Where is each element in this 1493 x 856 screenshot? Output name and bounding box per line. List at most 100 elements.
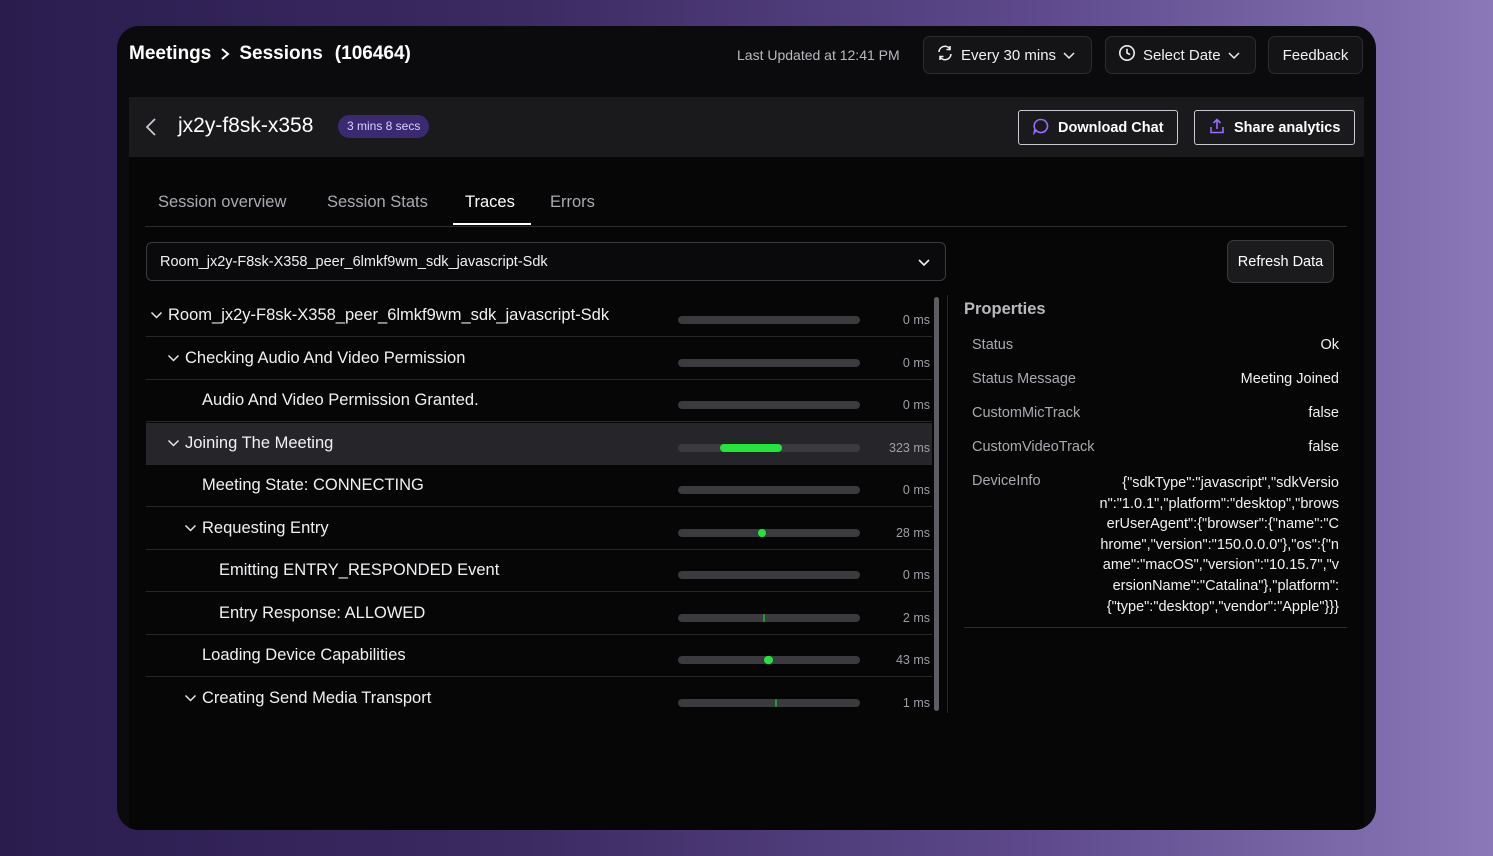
date-picker-dropdown[interactable]: Select Date [1105,36,1256,74]
breadcrumb-sessions: Sessions [239,43,323,64]
trace-timeline-track [678,443,860,452]
download-chat-button[interactable]: Download Chat [1018,110,1178,145]
trace-duration: 1 ms [902,695,930,710]
trace-timeline-track [678,401,860,409]
trace-timeline-track [678,613,860,622]
trace-name: Creating Send Media Transport [202,688,432,707]
property-value: Ok [1320,337,1339,353]
refresh-data-button[interactable]: Refresh Data [1227,240,1334,283]
trace-scrollbar[interactable] [934,297,939,711]
trace-tree: Room_jx2y-F8sk-X358_peer_6lmkf9wm_sdk_ja… [146,295,932,715]
breadcrumb-meetings[interactable]: Meetings [129,43,211,65]
property-row: CustomVideoTrack false [964,439,1347,455]
chevron-down-icon [1063,47,1075,64]
trace-name: Meeting State: CONNECTING [202,476,424,494]
tab-session-overview[interactable]: Session overview [158,193,286,212]
tab-errors[interactable]: Errors [550,193,595,212]
trace-timeline-bar [775,698,778,707]
chevron-down-icon[interactable] [182,694,198,703]
trace-name: Loading Device Capabilities [202,646,406,664]
session-header: jx2y-f8sk-x358 3 mins 8 secs Download Ch… [129,97,1364,157]
trace-duration: 0 ms [902,398,930,412]
property-row: Status Message Meeting Joined [964,371,1347,387]
tab-traces[interactable]: Traces [465,193,515,212]
app-window: Meetings Sessions (106464) Last Updated … [117,26,1376,830]
trace-row[interactable]: Loading Device Capabilities 43 ms [146,635,932,677]
panel-divider [947,295,948,713]
trace-row[interactable]: Meeting State: CONNECTING 0 ms [146,465,932,507]
trace-row[interactable]: Joining The Meeting 323 ms [146,422,932,465]
trace-name: Room_jx2y-F8sk-X358_peer_6lmkf9wm_sdk_ja… [168,306,610,324]
trace-label: Requesting Entry [182,519,329,538]
trace-duration: 2 ms [902,610,930,625]
breadcrumb: Meetings Sessions (106464) [129,43,411,65]
chevron-down-icon [1228,47,1240,64]
peer-select[interactable]: Room_jx2y-F8sk-X358_peer_6lmkf9wm_sdk_ja… [146,242,946,281]
active-tab-indicator [453,223,531,225]
trace-row[interactable]: Room_jx2y-F8sk-X358_peer_6lmkf9wm_sdk_ja… [146,295,932,337]
property-value: false [1308,405,1339,421]
property-key: Status Message [972,371,1076,387]
chevron-right-icon [219,47,231,61]
share-analytics-label: Share analytics [1234,119,1341,136]
trace-row[interactable]: Emitting ENTRY_RESPONDED Event 0 ms [146,550,932,592]
trace-label: Emitting ENTRY_RESPONDED Event [199,561,499,580]
feedback-button[interactable]: Feedback [1268,36,1363,74]
trace-name: Audio And Video Permission Granted. [202,391,479,409]
chevron-down-icon[interactable] [165,439,181,448]
clock-icon [1118,44,1136,66]
refresh-icon [936,44,954,66]
share-upload-icon [1208,117,1226,139]
date-picker-label: Select Date [1143,46,1221,64]
trace-timeline-track [678,358,860,367]
chat-bubble-icon [1032,117,1050,139]
trace-timeline-track [678,571,860,579]
trace-duration: 28 ms [895,525,930,540]
trace-row[interactable]: Requesting Entry 28 ms [146,508,932,550]
back-arrow-icon[interactable] [145,117,157,142]
share-analytics-button[interactable]: Share analytics [1194,110,1355,145]
trace-name: Requesting Entry [202,518,329,537]
refresh-interval-label: Every 30 mins [961,46,1057,64]
chevron-down-icon[interactable] [148,311,164,320]
property-key: CustomMicTrack [972,405,1081,421]
refresh-interval-dropdown[interactable]: Every 30 mins [923,36,1092,74]
last-updated-text: Last Updated at 12:41 PM [737,47,900,63]
property-value-device-info: {"sdkType":"javascript","sdkVersion":"1.… [1099,475,1339,615]
property-value: Meeting Joined [1240,371,1339,387]
trace-label: Audio And Video Permission Granted. [182,391,479,410]
property-key: Status [972,337,1014,353]
trace-timeline-track [678,486,860,494]
trace-timeline-track [678,528,860,537]
trace-row[interactable]: Creating Send Media Transport 1 ms [146,678,932,716]
chevron-down-icon[interactable] [165,354,181,363]
chevron-down-icon[interactable] [182,524,198,533]
trace-name: Entry Response: ALLOWED [219,603,426,622]
property-key: DeviceInfo [972,473,1041,489]
trace-name: Emitting ENTRY_RESPONDED Event [219,561,500,579]
trace-timeline-track [678,316,860,324]
property-row: DeviceInfo {"sdkType":"javascript","sdkV… [964,473,1347,617]
properties-title: Properties [964,300,1046,318]
session-duration-badge: 3 mins 8 secs [338,115,430,138]
trace-label: Checking Audio And Video Permission [165,349,465,368]
trace-row[interactable]: Checking Audio And Video Permission 0 ms [146,338,932,380]
trace-label: Meeting State: CONNECTING [182,476,424,495]
tab-session-stats[interactable]: Session Stats [327,193,428,212]
top-bar: Meetings Sessions (106464) Last Updated … [117,26,1376,84]
trace-row[interactable]: Audio And Video Permission Granted. 0 ms [146,380,932,422]
tab-bar: Session overview Session Stats Traces Er… [145,183,1347,227]
download-chat-label: Download Chat [1058,119,1164,136]
trace-label: Entry Response: ALLOWED [199,604,425,623]
trace-label: Room_jx2y-F8sk-X358_peer_6lmkf9wm_sdk_ja… [148,306,609,325]
property-key: CustomVideoTrack [972,439,1095,455]
trace-timeline-bar [763,656,773,664]
property-row: Status Ok [964,337,1347,353]
trace-label: Loading Device Capabilities [182,646,406,665]
trace-duration: 0 ms [902,355,930,370]
session-panel: jx2y-f8sk-x358 3 mins 8 secs Download Ch… [129,97,1364,830]
trace-row[interactable]: Entry Response: ALLOWED 2 ms [146,593,932,635]
chevron-down-icon [917,255,931,274]
session-count: (106464) [334,43,411,64]
trace-label: Joining The Meeting [165,434,333,453]
